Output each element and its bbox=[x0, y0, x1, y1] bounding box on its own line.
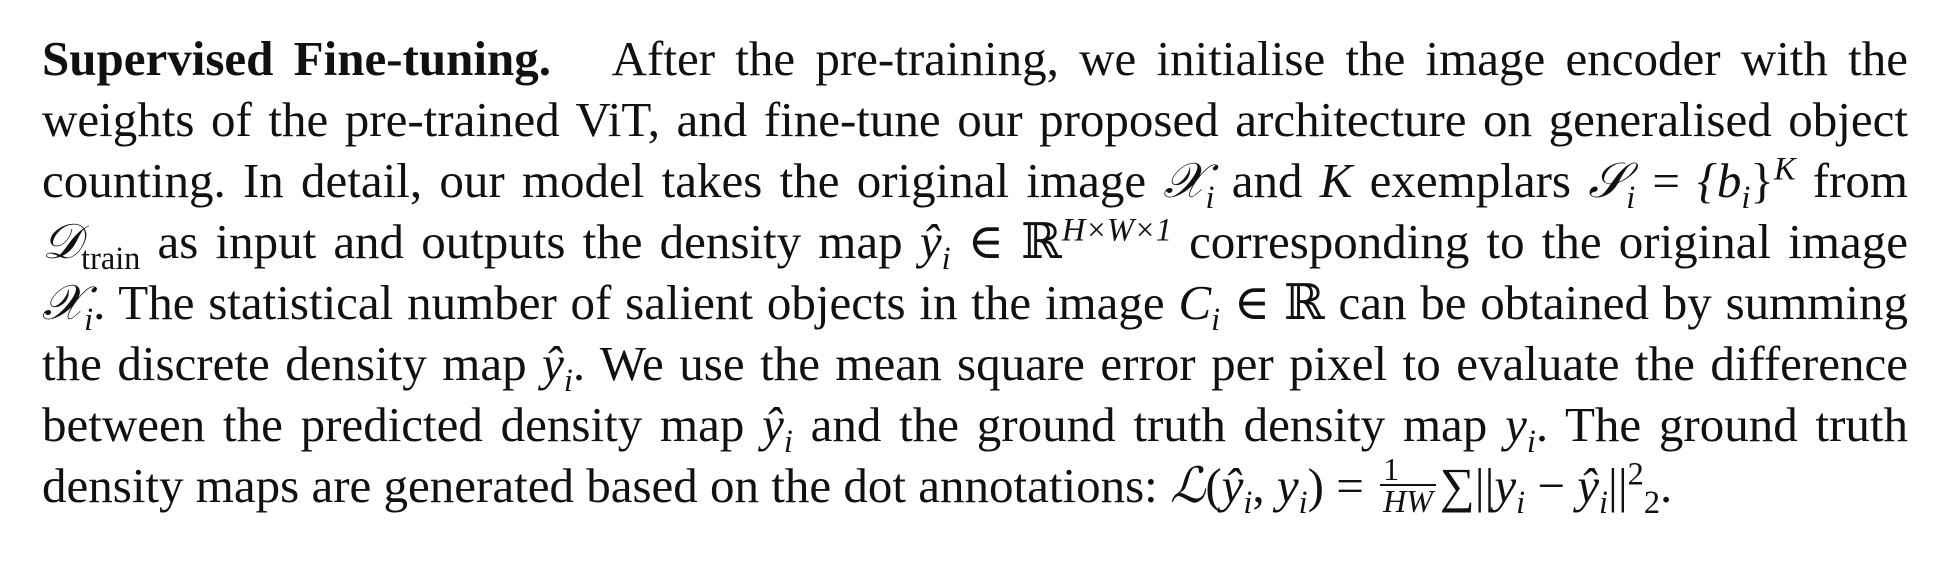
math-subscript: i bbox=[783, 422, 793, 459]
math-operator: ∈ bbox=[967, 214, 1004, 269]
math-symbol: ℝ bbox=[1283, 275, 1325, 330]
math-symbol: C bbox=[1178, 275, 1212, 330]
math-set: {b bbox=[1697, 153, 1742, 208]
math-superscript: K bbox=[1773, 150, 1796, 187]
text-run: weights of the pre-trained ViT, and fine… bbox=[42, 92, 1908, 147]
math-subscript: i bbox=[563, 361, 573, 398]
text-run: After the pre-training, we initialise th… bbox=[611, 31, 1909, 86]
text-run: corresponding to the original image bbox=[1189, 214, 1909, 269]
math-operator: = bbox=[1336, 458, 1364, 513]
math-superscript: 2 bbox=[1627, 455, 1644, 492]
math-subscript: i bbox=[1526, 422, 1536, 459]
paragraph-line-8: density maps are generated based on the … bbox=[42, 450, 1673, 520]
math-symbol: y bbox=[1505, 397, 1527, 452]
text-run: can be obtained by summing bbox=[1338, 275, 1908, 330]
text-run: between the predicted density map bbox=[42, 397, 745, 452]
math-sum: ∑ bbox=[1439, 458, 1475, 513]
math-subscript: i bbox=[1205, 178, 1215, 215]
paragraph-line-4: 𝒟train as input and outputs the density … bbox=[42, 211, 1909, 274]
math-subscript: i bbox=[1599, 483, 1609, 520]
math-symbol: 𝒳 bbox=[1163, 152, 1206, 209]
math-symbol: ŷ bbox=[542, 336, 564, 391]
math-subscript: i bbox=[1243, 483, 1253, 520]
math-subscript: 2 bbox=[1643, 483, 1660, 520]
math-norm: || bbox=[1608, 458, 1628, 513]
math-subscript: i bbox=[1516, 483, 1526, 520]
math-symbol: ŷ bbox=[762, 397, 784, 452]
paragraph-line-7: between the predicted density map ŷi and… bbox=[42, 394, 1909, 457]
math-symbol: ℝ bbox=[1021, 214, 1062, 269]
math-symbol: 𝒮 bbox=[1588, 152, 1627, 209]
text-run: . The ground truth bbox=[1535, 397, 1909, 452]
paper-paragraph: Supervised Fine-tuning. After the pre-tr… bbox=[42, 28, 1909, 520]
math-set-close: } bbox=[1750, 153, 1774, 208]
paragraph-line-5: 𝒳i. The statistical number of salient ob… bbox=[42, 272, 1908, 335]
math-symbol: y bbox=[1494, 458, 1517, 513]
math-subscript: i bbox=[941, 239, 951, 276]
paragraph-line-1: Supervised Fine-tuning. After the pre-tr… bbox=[42, 28, 1908, 89]
math-symbol: K bbox=[1319, 153, 1353, 208]
fraction-numerator: 1 bbox=[1380, 453, 1436, 486]
text-run: as input and outputs the density map bbox=[157, 214, 903, 269]
math-fraction: 1 HW bbox=[1380, 453, 1436, 519]
math-operator: − bbox=[1537, 458, 1566, 513]
math-symbol: y bbox=[1276, 458, 1299, 513]
section-heading: Supervised Fine-tuning. bbox=[42, 31, 551, 86]
math-symbol: 𝒟 bbox=[42, 213, 82, 270]
paragraph-line-3: counting. In detail, our model takes the… bbox=[42, 150, 1909, 213]
text-run: exemplars bbox=[1369, 153, 1571, 208]
fraction-denominator: HW bbox=[1383, 482, 1433, 519]
text-run: . The statistical number of salient obje… bbox=[93, 275, 1165, 330]
text-run: . We use the mean square error per pixel… bbox=[572, 336, 1908, 391]
math-subscript: i bbox=[1626, 178, 1636, 215]
math-subscript: i bbox=[1298, 483, 1308, 520]
math-subscript: i bbox=[84, 300, 94, 337]
text-run: density maps are generated based on the … bbox=[42, 458, 1158, 513]
math-symbol: ŷ bbox=[919, 214, 942, 269]
math-operator: = bbox=[1652, 153, 1681, 208]
text-run: and bbox=[1231, 153, 1303, 208]
text-run: and the ground truth density map bbox=[810, 397, 1488, 452]
math-operator: ∈ bbox=[1233, 275, 1271, 330]
math-subscript: i bbox=[1211, 300, 1221, 337]
math-symbol: ℒ bbox=[1170, 457, 1206, 514]
text-run: the discrete density map bbox=[42, 336, 527, 391]
math-norm: || bbox=[1474, 458, 1495, 513]
text-run: counting. In detail, our model takes the… bbox=[42, 153, 1147, 208]
text-run: from bbox=[1812, 153, 1909, 208]
paragraph-line-2: weights of the pre-trained ViT, and fine… bbox=[42, 89, 1908, 150]
paragraph-line-6: the discrete density map ŷi. We use the … bbox=[42, 333, 1908, 396]
math-subscript: train bbox=[81, 239, 141, 276]
math-symbol: ŷ bbox=[1577, 458, 1600, 513]
math-superscript: H×W×1 bbox=[1061, 211, 1172, 248]
math-symbol: ŷ bbox=[1221, 458, 1244, 513]
math-symbol: 𝒳 bbox=[42, 274, 85, 331]
